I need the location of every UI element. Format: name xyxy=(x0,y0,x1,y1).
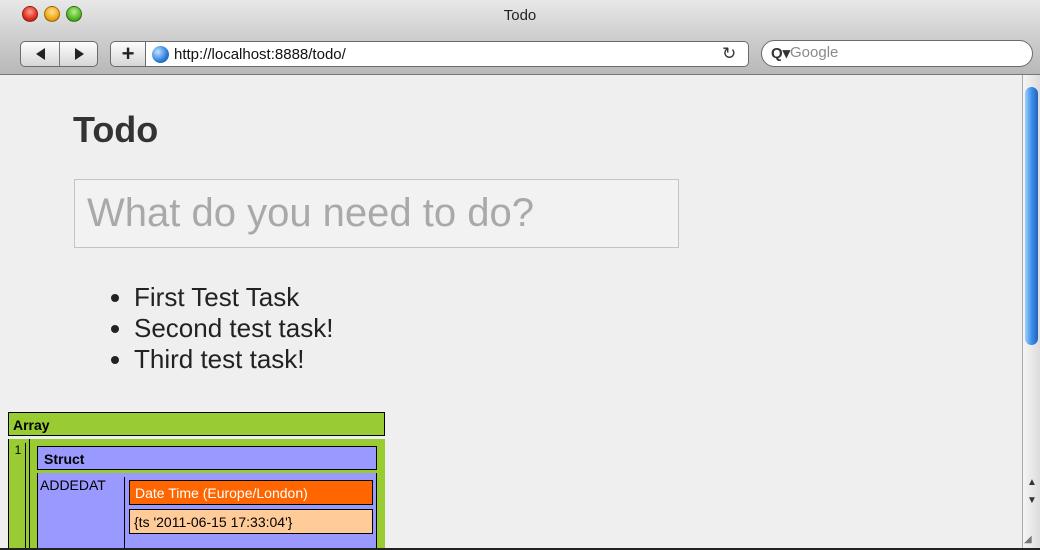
array-item: Struct ADDEDAT Date Time (Europe/London)… xyxy=(29,439,384,548)
resize-grip-icon[interactable]: ◢ xyxy=(1024,534,1038,546)
nav-buttons xyxy=(20,41,98,67)
address-bar[interactable]: http://localhost:8888/todo/ ↻ xyxy=(145,41,749,67)
window-title: Todo xyxy=(503,7,537,24)
forward-arrow-icon xyxy=(74,48,84,60)
array-index: 1 xyxy=(11,443,26,548)
scroll-up-arrow-icon[interactable]: ▲ xyxy=(1027,477,1037,488)
reload-icon[interactable]: ↻ xyxy=(722,44,736,64)
forward-button[interactable] xyxy=(60,42,98,66)
array-body: 1 Struct ADDEDAT Date Time (Europe/Londo… xyxy=(8,439,385,548)
globe-icon xyxy=(152,46,169,63)
back-arrow-icon xyxy=(35,48,45,60)
task-list: First Test Task Second test task! Third … xyxy=(94,282,333,375)
task-item[interactable]: First Test Task xyxy=(134,282,333,313)
date-type-label: Date Time (Europe/London) xyxy=(129,480,373,505)
scroll-down-arrow-icon[interactable]: ▼ xyxy=(1027,495,1037,506)
date-value: {ts '2011-06-15 17:33:04'} xyxy=(129,509,373,534)
struct-header[interactable]: Struct xyxy=(37,446,377,470)
search-input[interactable] xyxy=(790,44,1010,61)
page-content: Todo First Test Task Second test task! T… xyxy=(0,75,1022,548)
struct-key: ADDEDAT xyxy=(40,477,125,548)
task-item[interactable]: Second test task! xyxy=(134,313,333,344)
back-button[interactable] xyxy=(21,42,59,66)
new-todo-input[interactable] xyxy=(74,179,679,248)
struct-body: ADDEDAT Date Time (Europe/London) {ts '2… xyxy=(37,473,377,548)
search-icon[interactable]: Q▾ xyxy=(771,44,790,62)
title-bar: Todo xyxy=(0,0,1040,36)
task-item[interactable]: Third test task! xyxy=(134,344,333,375)
array-header[interactable]: Array xyxy=(8,412,385,436)
add-bookmark-button[interactable]: + xyxy=(110,41,146,67)
vertical-scrollbar[interactable]: ▲ ▼ xyxy=(1022,75,1040,548)
url-text[interactable]: http://localhost:8888/todo/ xyxy=(174,46,346,63)
debug-dump: Array 1 Struct ADDEDAT Date Time (Europe… xyxy=(8,412,385,548)
page-title: Todo xyxy=(73,109,159,150)
browser-window: Todo + http://localhost:8888/todo/ ↻ Q▾ … xyxy=(0,0,1040,550)
search-field[interactable]: Q▾ xyxy=(761,40,1033,67)
scroll-thumb[interactable] xyxy=(1025,87,1038,345)
